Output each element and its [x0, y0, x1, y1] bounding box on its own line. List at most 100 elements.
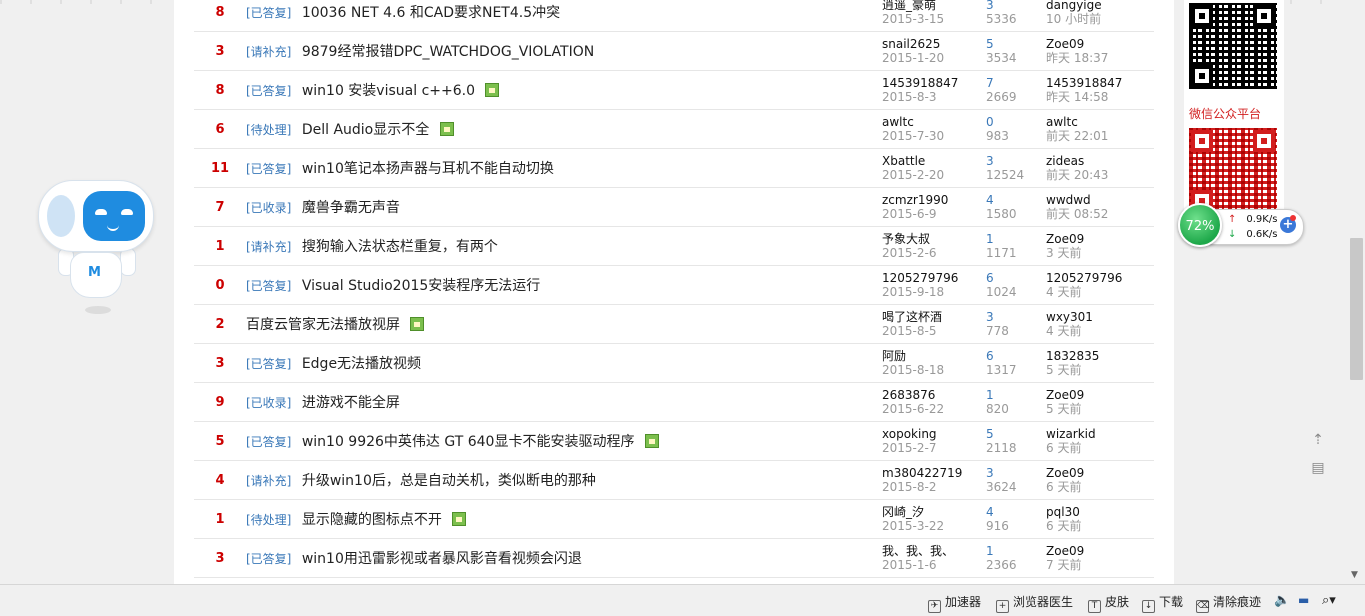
topic-title-link[interactable]: 魔兽争霸无声音	[302, 200, 400, 216]
topic-status-tag[interactable]: [已答复]	[246, 435, 291, 449]
network-speed-widget[interactable]: 72% ↑ 0.9K/s ↓ 0.6K/s +	[1178, 203, 1304, 247]
topic-title-link[interactable]: win10 安装visual c++6.0	[302, 83, 475, 99]
topic-row[interactable]: 3 [请补充] 9879经常报错DPC_WATCHDOG_VIOLATION s…	[194, 31, 1154, 71]
topic-row[interactable]: 5 [已答复] win10 9926中英伟达 GT 640显卡不能安装驱动程序 …	[194, 421, 1154, 461]
last-reply-cell: wxy301 4 天前	[1046, 304, 1154, 344]
author-name[interactable]: 阿励	[882, 349, 986, 363]
reply-count-badge: 3	[194, 538, 246, 578]
topic-row[interactable]: 8 [已答复] win10 安装visual c++6.0 1453918847…	[194, 70, 1154, 110]
author-name[interactable]: awltc	[882, 115, 986, 129]
topic-row[interactable]: 3 [已答复] Edge无法播放视频 阿励 2015-8-18 6 1317 1…	[194, 343, 1154, 383]
last-reply-user[interactable]: Zoe09	[1046, 388, 1154, 402]
topic-title-link[interactable]: 进游戏不能全屏	[302, 395, 400, 411]
topic-status-tag[interactable]: [待处理]	[246, 513, 291, 527]
author-name[interactable]: xopoking	[882, 427, 986, 441]
author-name[interactable]: snail2625	[882, 37, 986, 51]
mascot[interactable]: M	[30, 178, 160, 318]
topic-row[interactable]: 11 [已答复] win10笔记本扬声器与耳机不能自动切换 Xbattle 20…	[194, 148, 1154, 188]
author-name[interactable]: 1205279796	[882, 271, 986, 285]
volume-icon[interactable]: 🔈	[1274, 593, 1290, 608]
skin-button[interactable]: T 皮肤	[1088, 593, 1129, 613]
topic-row[interactable]: 2 百度云管家无法播放视屏 喝了这杯酒 2015-8-5 3 778 wxy30…	[194, 304, 1154, 344]
accelerator-button[interactable]: ✈ 加速器	[928, 593, 981, 613]
feedback-icon[interactable]: ▤	[1309, 460, 1327, 478]
last-reply-user[interactable]: 1205279796	[1046, 271, 1154, 285]
topic-status-tag[interactable]: [已收录]	[246, 396, 291, 410]
author-cell: 1205279796 2015-9-18	[882, 265, 986, 305]
author-name[interactable]: 我、我、我、	[882, 544, 986, 558]
topic-row[interactable]: 4 [请补充] 升级win10后，总是自动关机，类似断电的那种 m3804227…	[194, 460, 1154, 500]
author-name[interactable]: Xbattle	[882, 154, 986, 168]
author-name[interactable]: m380422719	[882, 466, 986, 480]
topic-title-cell: [已收录] 进游戏不能全屏	[246, 382, 882, 422]
last-reply-user[interactable]: pql30	[1046, 505, 1154, 519]
download-button[interactable]: ↓ 下载	[1142, 593, 1183, 613]
created-date: 2015-6-9	[882, 207, 937, 221]
memory-percent[interactable]: 72%	[1178, 203, 1222, 247]
author-name[interactable]: zcmzr1990	[882, 193, 986, 207]
last-reply-cell: Zoe09 3 天前	[1046, 226, 1154, 266]
window-icon[interactable]: ▬	[1298, 593, 1309, 607]
topic-title-link[interactable]: Visual Studio2015安装程序无法运行	[302, 278, 540, 294]
last-reply-user[interactable]: wizarkid	[1046, 427, 1154, 441]
last-reply-user[interactable]: awltc	[1046, 115, 1154, 129]
author-name[interactable]: 2683876	[882, 388, 986, 402]
topic-row[interactable]: 1 [请补充] 搜狗输入法状态栏重复，有两个 予象大叔 2015-2-6 1 1…	[194, 226, 1154, 266]
author-name[interactable]: 冈崎_汐	[882, 505, 986, 519]
last-reply-user[interactable]: wwdwd	[1046, 193, 1154, 207]
topic-status-tag[interactable]: [待处理]	[246, 123, 291, 137]
topic-row[interactable]: 3 [已答复] win10用迅雷影视或者暴风影音看视频会闪退 我、我、我、 20…	[194, 538, 1154, 578]
last-reply-cell: Zoe09 6 天前	[1046, 460, 1154, 500]
topic-status-tag[interactable]: [请补充]	[246, 45, 291, 59]
topic-title-link[interactable]: 10036 NET 4.6 和CAD要求NET4.5冲突	[302, 5, 560, 21]
created-date: 2015-8-3	[882, 90, 937, 104]
mascot-face	[83, 191, 145, 241]
scroll-down-arrow-icon[interactable]: ▼	[1351, 570, 1358, 580]
topic-status-tag[interactable]: [已答复]	[246, 357, 291, 371]
topic-title-cell: [请补充] 升级win10后，总是自动关机，类似断电的那种	[246, 460, 882, 500]
topic-row[interactable]: 0 [已答复] Visual Studio2015安装程序无法运行 120527…	[194, 265, 1154, 305]
author-name[interactable]: 予象大叔	[882, 232, 986, 246]
topic-row[interactable]: 7 [已收录] 魔兽争霸无声音 zcmzr1990 2015-6-9 4 158…	[194, 187, 1154, 227]
last-reply-user[interactable]: 1453918847	[1046, 76, 1154, 90]
last-reply-user[interactable]: Zoe09	[1046, 37, 1154, 51]
topic-status-tag[interactable]: [已答复]	[246, 84, 291, 98]
back-to-top-icon[interactable]: ⇡	[1309, 432, 1327, 450]
topic-status-tag[interactable]: [已答复]	[246, 279, 291, 293]
topic-row[interactable]: 9 [已收录] 进游戏不能全屏 2683876 2015-6-22 1 820 …	[194, 382, 1154, 422]
topic-row[interactable]: 1 [待处理] 显示隐藏的图标点不开 冈崎_汐 2015-3-22 4 916 …	[194, 499, 1154, 539]
topic-status-tag[interactable]: [请补充]	[246, 240, 291, 254]
topic-status-tag[interactable]: [已答复]	[246, 552, 291, 566]
last-reply-cell: Zoe09 昨天 18:37	[1046, 31, 1154, 71]
topic-title-link[interactable]: win10用迅雷影视或者暴风影音看视频会闪退	[302, 551, 582, 567]
browser-doctor-button[interactable]: + 浏览器医生	[996, 593, 1073, 613]
topic-status-tag[interactable]: [已答复]	[246, 162, 291, 176]
author-name[interactable]: 逍遥_豪萌	[882, 0, 986, 12]
last-reply-user[interactable]: dangyige	[1046, 0, 1154, 12]
topic-title-link[interactable]: 搜狗输入法状态栏重复，有两个	[302, 239, 498, 255]
topic-title-link[interactable]: 显示隐藏的图标点不开	[302, 512, 442, 528]
last-reply-user[interactable]: zideas	[1046, 154, 1154, 168]
author-name[interactable]: 喝了这杯酒	[882, 310, 986, 324]
topic-title-link[interactable]: 百度云管家无法播放视屏	[246, 317, 400, 333]
topic-row[interactable]: 8 [已答复] 10036 NET 4.6 和CAD要求NET4.5冲突 逍遥_…	[194, 0, 1154, 32]
last-reply-user[interactable]: 1832835	[1046, 349, 1154, 363]
topic-row[interactable]: 6 [待处理] Dell Audio显示不全 awltc 2015-7-30 0…	[194, 109, 1154, 149]
last-reply-user[interactable]: Zoe09	[1046, 232, 1154, 246]
topic-title-link[interactable]: win10 9926中英伟达 GT 640显卡不能安装驱动程序	[302, 434, 635, 450]
topic-status-tag[interactable]: [已收录]	[246, 201, 291, 215]
last-reply-user[interactable]: wxy301	[1046, 310, 1154, 324]
last-reply-user[interactable]: Zoe09	[1046, 544, 1154, 558]
author-name[interactable]: 1453918847	[882, 76, 986, 90]
topic-status-tag[interactable]: [已答复]	[246, 6, 291, 20]
topic-status-tag[interactable]: [请补充]	[246, 474, 291, 488]
topic-title-link[interactable]: 9879经常报错DPC_WATCHDOG_VIOLATION	[302, 44, 594, 60]
topic-title-link[interactable]: 升级win10后，总是自动关机，类似断电的那种	[302, 473, 596, 489]
zoom-icon[interactable]: ⌕▾	[1322, 593, 1336, 608]
scrollbar-thumb[interactable]	[1350, 238, 1363, 380]
topic-title-link[interactable]: Dell Audio显示不全	[302, 122, 429, 138]
topic-title-link[interactable]: Edge无法播放视频	[302, 356, 421, 372]
topic-title-link[interactable]: win10笔记本扬声器与耳机不能自动切换	[302, 161, 554, 177]
clear-traces-button[interactable]: ⌫ 清除痕迹	[1196, 593, 1261, 613]
last-reply-user[interactable]: Zoe09	[1046, 466, 1154, 480]
